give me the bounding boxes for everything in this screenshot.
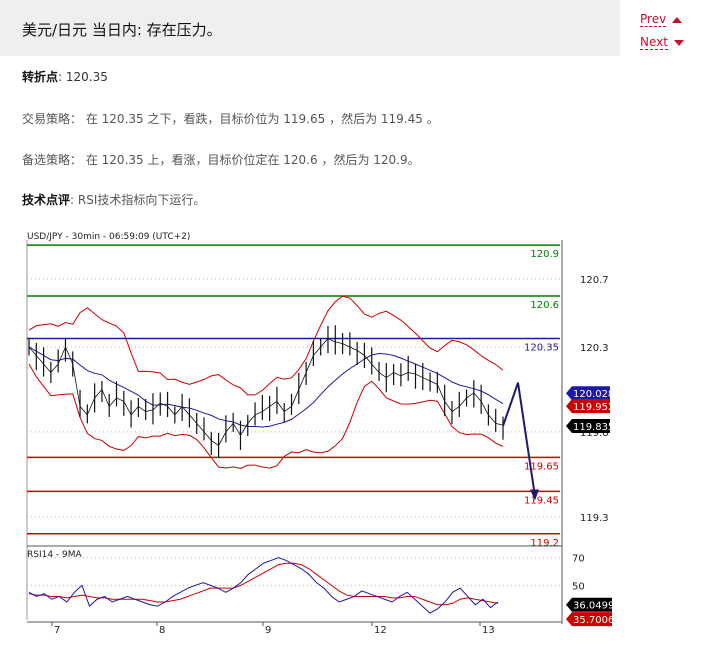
projection-arrow-line (502, 382, 536, 497)
level-label: 119.2 (530, 538, 559, 549)
header-bar: 美元/日元 当日内: 存在压力。 (0, 0, 620, 56)
prev-link[interactable]: Prev (640, 12, 683, 27)
strategy-line: 交易策略： 在 120.35 之下，看跌，目标价位为 119.65 ，然后为 1… (22, 110, 439, 127)
level-label: 120.35 (524, 343, 559, 354)
price-tick-label: 119.3 (580, 513, 609, 524)
x-tick-label: 13 (482, 625, 495, 636)
price-marker-label: 120.028 (573, 389, 614, 400)
alt-strategy-label: 备选策略： (22, 153, 83, 167)
triangle-down-icon (673, 39, 684, 46)
next-label[interactable]: Next (640, 35, 668, 50)
level-label: 120.6 (530, 300, 559, 311)
level-label: 120.9 (530, 249, 559, 260)
price-marker: 119.952 (566, 399, 614, 414)
upper-band-line (28, 295, 504, 396)
pivot-line: 转折点: 120.35 (22, 68, 108, 85)
tech-text: : RSI技术指标向下运行。 (70, 193, 206, 207)
prev-label[interactable]: Prev (640, 12, 667, 27)
price-marker-label: 119.952 (573, 402, 614, 413)
rsi-title: RSI14 - 9MA (27, 550, 83, 560)
rsi-tick-label: 50 (572, 581, 585, 592)
next-link[interactable]: Next (640, 35, 684, 50)
pivot-label: 转折点 (22, 70, 59, 84)
x-tick-label: 7 (54, 625, 60, 636)
pivot-value: : 120.35 (58, 70, 108, 84)
price-marker-label: 119.835 (573, 422, 614, 433)
price-marker: 119.835 (566, 418, 614, 433)
rsi-marker-label: 36.0499 (573, 601, 614, 612)
x-tick-label: 12 (374, 625, 387, 636)
price-tick-label: 120.3 (580, 343, 609, 354)
price-marker: 120.028 (566, 386, 614, 401)
strategy-label: 交易策略： (22, 112, 83, 126)
level-label: 119.45 (524, 495, 559, 506)
chart-title: USD/JPY - 30min - 06:59:09 (UTC+2) (27, 232, 190, 242)
rsi-marker-label: 35.7006 (573, 615, 614, 626)
strategy-text: 在 120.35 之下，看跌，目标价位为 119.65 ，然后为 119.45 … (85, 112, 439, 126)
price-tick-label: 120.7 (580, 275, 609, 286)
alt-strategy-line: 备选策略： 在 120.35 上，看涨，目标价位定在 120.6 ，然后为 12… (22, 151, 420, 168)
alt-strategy-text: 在 120.35 上，看涨，目标价位定在 120.6 ，然后为 120.9。 (85, 153, 420, 167)
triangle-up-icon (672, 16, 683, 23)
page-title: 美元/日元 当日内: 存在压力。 (22, 21, 222, 39)
tech-line: 技术点评: RSI技术指标向下运行。 (22, 191, 205, 208)
x-tick-label: 9 (265, 625, 271, 636)
tech-label: 技术点评 (22, 193, 71, 207)
price-line (28, 338, 504, 447)
x-tick-label: 8 (159, 625, 165, 636)
usdjpy-chart: USD/JPY - 30min - 06:59:09 (UTC+2) 120.7 1… (26, 232, 614, 636)
lower-band-line (28, 363, 504, 469)
rsi-tick-label: 70 (572, 554, 585, 565)
